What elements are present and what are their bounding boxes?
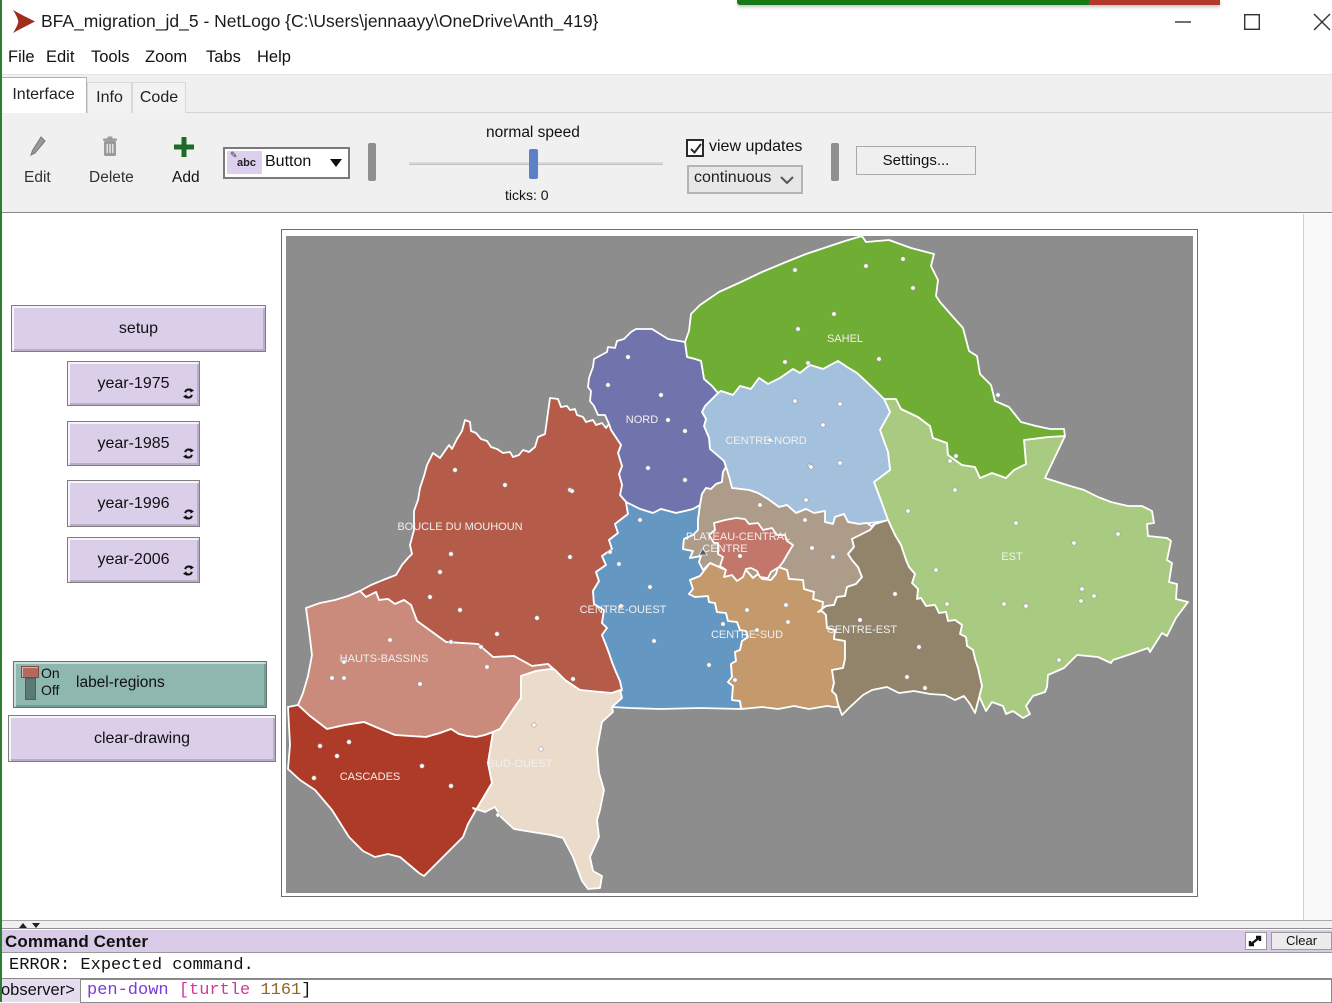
svg-text:CENTRE: CENTRE (702, 543, 747, 555)
svg-text:CENTRE-NORD: CENTRE-NORD (725, 435, 806, 447)
svg-text:CASCADES: CASCADES (340, 771, 401, 783)
svg-text:EST: EST (1001, 551, 1023, 563)
svg-text:SUD-OUEST: SUD-OUEST (488, 758, 553, 770)
svg-text:CENTRE-OUEST: CENTRE-OUEST (580, 604, 667, 616)
svg-text:SAHEL: SAHEL (827, 333, 863, 345)
svg-text:HAUTS-BASSINS: HAUTS-BASSINS (340, 653, 429, 665)
svg-text:NORD: NORD (626, 414, 658, 426)
svg-text:PLATEAU-CENTRAL: PLATEAU-CENTRAL (686, 531, 790, 543)
svg-text:CENTRE-EST: CENTRE-EST (827, 624, 898, 636)
svg-text:BOUCLE DU MOUHOUN: BOUCLE DU MOUHOUN (397, 521, 522, 533)
svg-text:CENTRE-SUD: CENTRE-SUD (711, 629, 783, 641)
